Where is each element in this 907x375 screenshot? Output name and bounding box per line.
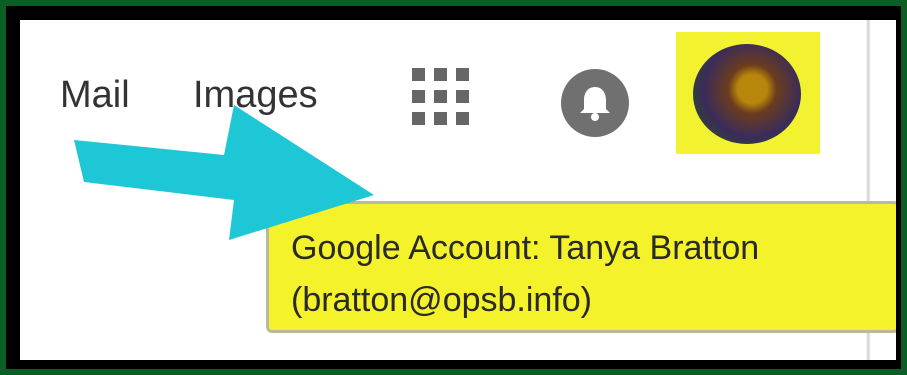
avatar-highlight	[676, 32, 820, 154]
bell-icon	[580, 87, 610, 121]
tooltip-account-email: (bratton@opsb.info)	[291, 281, 593, 319]
notifications-button[interactable]	[561, 69, 629, 137]
annotation-arrow-icon	[74, 105, 374, 240]
avatar[interactable]	[693, 44, 801, 144]
screenshot-canvas: Mail Images Google Account: Tanya Bratto…	[20, 20, 896, 360]
apps-grid-icon[interactable]	[412, 68, 472, 128]
